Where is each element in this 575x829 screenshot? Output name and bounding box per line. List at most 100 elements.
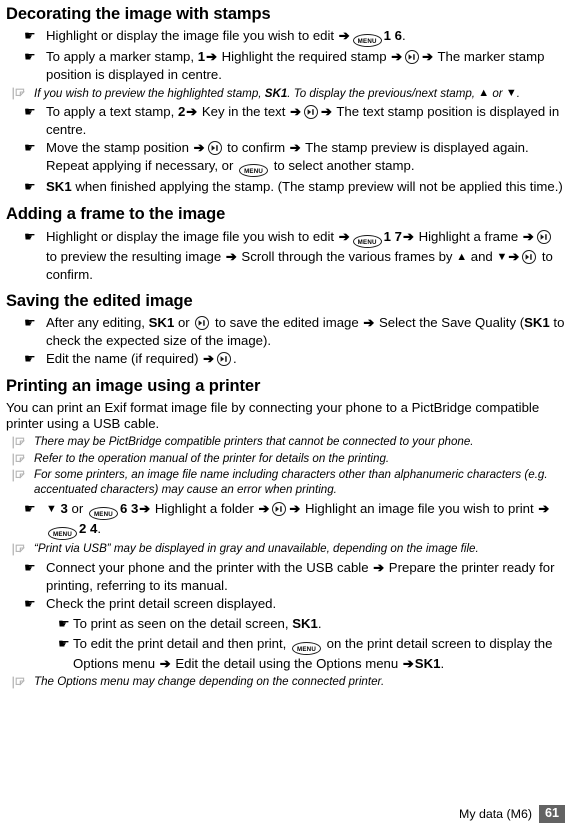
bullet-text: To apply a marker stamp, 1➔ Highlight th… [46,49,545,83]
bullet-text: Connect your phone and the printer with … [46,559,555,593]
center-select-key-icon [536,229,551,244]
arrow-right-icon: ➔ [338,28,350,44]
center-select-key-icon [272,502,287,517]
hand-pointing-icon: ☛ [24,351,36,367]
note-text: “Print via USB” may be displayed in gray… [34,542,479,556]
bullet-text: Edit the name (if required) ➔. [46,351,237,367]
bullet-text: Highlight or display the image file you … [46,28,406,48]
menu-key-icon: MENU [239,164,269,178]
emphasis-text: SK1 [524,315,550,331]
instruction-bullet: ☛ ▼ 3 or MENU 6 3➔ Highlight a folder ➔ ➔ H… [6,500,565,541]
note-row: There may be PictBridge compatible print… [6,435,565,450]
hand-pointing-icon: ☛ [24,315,36,331]
center-select-key-icon [207,141,222,156]
note-row: If you wish to preview the highlighted s… [6,86,565,102]
hand-pointing-icon: ☛ [24,140,36,156]
triangle-down-icon: ▼ [496,250,508,263]
bullet-text: After any editing, SK1 or to save the ed… [46,315,565,349]
page-content: Decorating the image with stamps ☛ Highlig… [6,5,565,690]
section-intro-text: You can print an Exif format image file … [6,399,540,432]
arrow-right-icon: ➔ [522,228,534,244]
hand-pointing-icon: ☛ [24,501,36,517]
note-text: For some printers, an image file name in… [34,468,548,497]
section-heading: Saving the edited image [6,291,193,310]
note-icon [12,452,34,466]
center-select-key-icon [304,105,319,120]
note-icon [12,435,34,449]
note-icon [12,86,34,100]
center-select-key-icon [405,50,420,65]
bullet-text: Highlight or display the image file you … [46,228,553,282]
page-number-badge: 61 [538,805,565,823]
hand-pointing-icon: ☛ [24,179,36,195]
instruction-bullet: ☛ Highlight or display the image file you… [6,27,565,48]
triangle-down-icon: ▼ [505,86,517,99]
emphasis-text: 1 [197,49,206,65]
emphasis-text: 1 7 [383,228,402,244]
manual-page: Decorating the image with stamps ☛ Highlig… [0,0,575,829]
hand-pointing-icon: ☛ [24,28,36,44]
hand-pointing-icon: ☛ [24,596,36,611]
note-row: “Print via USB” may be displayed in gray… [6,542,565,557]
center-select-key-icon [522,249,537,264]
hand-pointing-icon: ☛ [24,559,36,575]
emphasis-text: 2 4 [79,521,98,537]
arrow-right-icon: ➔ [402,655,414,671]
note-icon [12,675,34,689]
emphasis-text: SK1 [414,655,441,671]
arrow-right-icon: ➔ [203,351,215,367]
arrow-right-icon: ➔ [391,49,403,65]
hand-pointing-icon: ☛ [24,104,36,120]
note-text: The Options menu may change depending on… [34,674,385,688]
instruction-bullet: ☛ Check the print detail screen displayed… [6,595,565,613]
instruction-sub-bullet: ☛ To edit the print detail and then print… [6,635,565,673]
section-heading: Printing an image using a printer [6,377,261,396]
bullet-text: To apply a text stamp, 2➔ Key in the tex… [46,104,560,138]
menu-key-icon: MENU [48,527,77,541]
arrow-right-icon: ➔ [338,228,350,244]
menu-key-icon: MENU [292,641,321,655]
note-row: Refer to the operation manual of the pri… [6,452,565,467]
instruction-bullet: ☛ Move the stamp position ➔ to confirm ➔ … [6,139,565,178]
arrow-right-icon: ➔ [193,140,205,156]
arrow-right-icon: ➔ [159,655,171,671]
bullet-text: To print as seen on the detail screen, S… [73,615,322,631]
instruction-bullet: ☛ Edit the name (if required) ➔. [6,350,565,368]
instruction-bullet: ☛ Highlight or display the image file you… [6,228,565,283]
section-heading: Adding a frame to the image [6,205,226,224]
hand-pointing-icon: ☛ [24,49,36,65]
triangle-up-icon: ▲ [456,250,468,263]
hand-pointing-icon: ☛ [58,635,70,651]
note-text: If you wish to preview the highlighted s… [34,86,521,100]
emphasis-text: SK1 [148,315,175,331]
instruction-bullet: ☛ To apply a marker stamp, 1➔ Highlight t… [6,48,565,83]
arrow-right-icon: ➔ [289,501,301,517]
section-heading: Decorating the image with stamps [6,5,271,23]
hand-pointing-icon: ☛ [58,615,70,631]
bullet-text: To edit the print detail and then print,… [73,635,553,671]
instruction-bullet: ☛ To apply a text stamp, 2➔ Key in the te… [6,103,565,138]
page-footer: My data (M6) 61 [459,805,565,823]
instruction-sub-bullet: ☛ To print as seen on the detail screen, … [6,615,565,633]
note-text: There may be PictBridge compatible print… [34,434,474,448]
triangle-down-icon: ▼ [46,503,57,516]
emphasis-text: SK1 [292,615,318,631]
arrow-right-icon: ➔ [289,140,301,156]
arrow-right-icon: ➔ [258,501,270,517]
center-select-key-icon [217,352,232,367]
hand-pointing-icon: ☛ [24,228,36,244]
bullet-text: Move the stamp position ➔ to confirm ➔ T… [46,140,529,178]
emphasis-text: SK1 [264,86,288,100]
triangle-up-icon: ▲ [478,86,490,99]
instruction-bullet: ☛ After any editing, SK1 or to save the e… [6,314,565,349]
emphasis-text: SK1 [46,179,72,195]
arrow-right-icon: ➔ [225,248,237,264]
emphasis-text: 6 3 [119,501,139,517]
arrow-right-icon: ➔ [422,49,434,65]
arrow-right-icon: ➔ [139,501,151,517]
menu-key-icon: MENU [352,34,382,48]
arrow-right-icon: ➔ [538,501,550,517]
note-text: Refer to the operation manual of the pri… [34,451,390,465]
arrow-right-icon: ➔ [373,559,385,575]
arrow-right-icon: ➔ [290,104,302,120]
